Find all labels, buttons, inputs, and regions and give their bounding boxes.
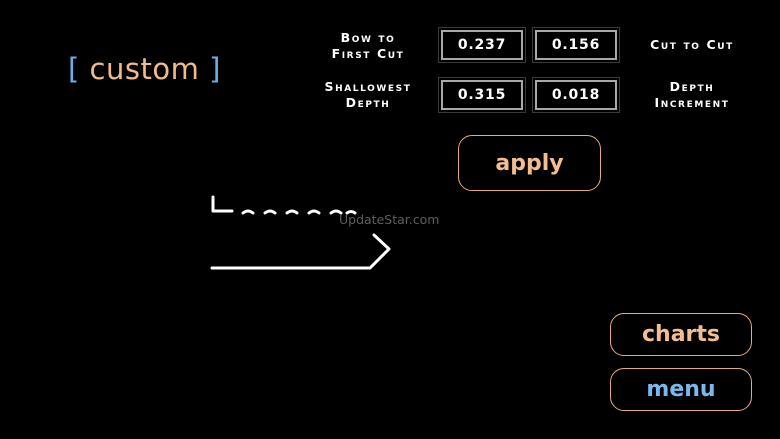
blade-outline bbox=[210, 233, 391, 270]
charts-button[interactable]: charts bbox=[610, 313, 752, 356]
cut-mark-3 bbox=[285, 209, 299, 215]
watermark: UpdateStar.com bbox=[339, 212, 440, 227]
cut-mark-4 bbox=[307, 209, 321, 215]
cut-mark-2 bbox=[263, 209, 277, 215]
cut-marks bbox=[211, 195, 357, 215]
menu-button[interactable]: menu bbox=[610, 368, 752, 411]
cut-mark-1 bbox=[241, 209, 255, 215]
bow-marker bbox=[211, 195, 234, 213]
